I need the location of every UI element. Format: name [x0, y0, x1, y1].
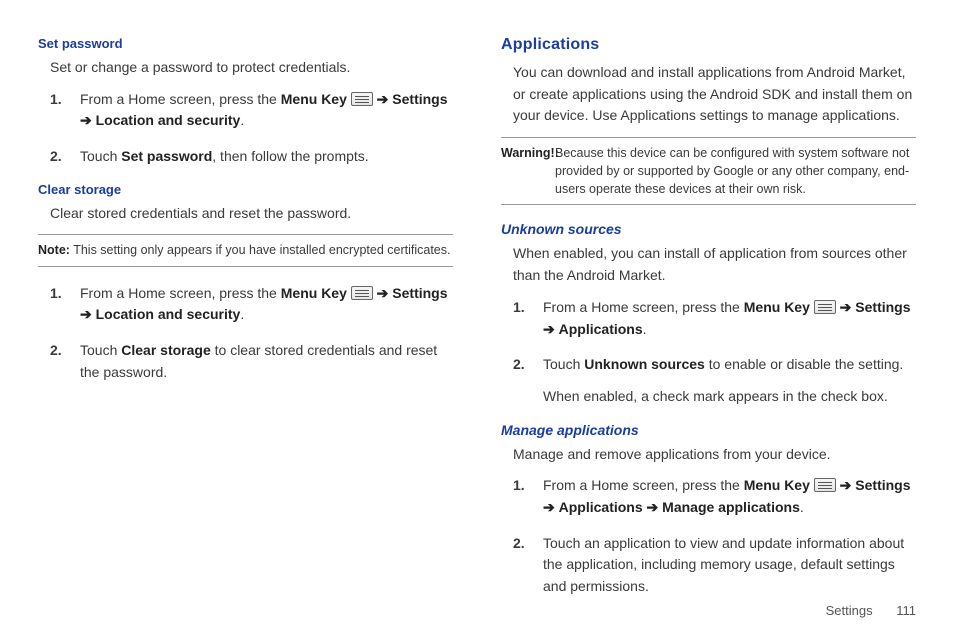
heading-manage-applications: Manage applications [501, 422, 916, 438]
list-item: 1. From a Home screen, press the Menu Ke… [543, 475, 916, 518]
spacer [543, 376, 916, 386]
unknown-sources-steps: 1. From a Home screen, press the Menu Ke… [501, 297, 916, 408]
period: . [643, 321, 647, 337]
unknown-sources-intro: When enabled, you can install of applica… [501, 243, 916, 286]
bold-text: Set password [121, 148, 212, 164]
bold-text: Applications [559, 321, 643, 337]
page-footer: Settings 111 [826, 603, 916, 618]
arrow-icon: ➔ [80, 306, 92, 322]
arrow-icon: ➔ [377, 91, 389, 107]
bold-text: Menu Key [744, 477, 810, 493]
period: . [240, 306, 244, 322]
step-text: , then follow the prompts. [212, 148, 368, 164]
warning-label: Warning!: [501, 144, 559, 162]
step-number: 1. [513, 475, 525, 497]
period: . [240, 112, 244, 128]
list-item: 1. From a Home screen, press the Menu Ke… [80, 283, 453, 326]
clear-storage-steps: 1. From a Home screen, press the Menu Ke… [38, 283, 453, 384]
arrow-icon: ➔ [543, 321, 555, 337]
manage-applications-steps: 1. From a Home screen, press the Menu Ke… [501, 475, 916, 597]
arrow-icon: ➔ [840, 477, 852, 493]
warning-box: Warning!: Because this device can be con… [501, 137, 916, 205]
bold-text: Location and security [96, 112, 241, 128]
list-item: 1. From a Home screen, press the Menu Ke… [543, 297, 916, 340]
bold-text: Clear storage [121, 342, 210, 358]
step-text: Touch [80, 148, 121, 164]
bold-text: Settings [855, 299, 910, 315]
heading-set-password: Set password [38, 36, 453, 51]
bold-text: Manage applications [662, 499, 800, 515]
step-text: to enable or disable the setting. [705, 356, 903, 372]
period: . [800, 499, 804, 515]
bold-text: Settings [392, 91, 447, 107]
note-box: Note: This setting only appears if you h… [38, 234, 453, 266]
list-item: 2. Touch Unknown sources to enable or di… [543, 354, 916, 407]
footer-page-number: 111 [896, 603, 916, 618]
arrow-icon: ➔ [543, 499, 555, 515]
manage-applications-intro: Manage and remove applications from your… [501, 444, 916, 466]
set-password-intro: Set or change a password to protect cred… [38, 57, 453, 79]
step-text: Touch [543, 356, 584, 372]
step-number: 2. [513, 354, 525, 376]
step-number: 1. [50, 89, 62, 111]
step-number: 2. [50, 340, 62, 362]
arrow-icon: ➔ [377, 285, 389, 301]
list-item: 2. Touch an application to view and upda… [543, 533, 916, 598]
page-content: Set password Set or change a password to… [0, 0, 954, 612]
list-item: 1. From a Home screen, press the Menu Ke… [80, 89, 453, 132]
step-text: From a Home screen, press the [543, 477, 744, 493]
warning-wrap: Warning!: Because this device can be con… [501, 144, 916, 198]
applications-intro: You can download and install application… [501, 62, 916, 127]
bold-text: Menu Key [281, 285, 347, 301]
footer-section: Settings [826, 603, 873, 618]
menu-key-icon [351, 92, 373, 106]
step-number: 2. [513, 533, 525, 555]
list-item: 2. Touch Clear storage to clear stored c… [80, 340, 453, 383]
step-text: When enabled, a check mark appears in th… [543, 388, 888, 404]
step-text: From a Home screen, press the [80, 91, 281, 107]
bold-text: Location and security [96, 306, 241, 322]
step-number: 2. [50, 146, 62, 168]
left-column: Set password Set or change a password to… [38, 36, 453, 612]
list-item: 2. Touch Set password, then follow the p… [80, 146, 453, 168]
menu-key-icon [351, 286, 373, 300]
bold-text: Settings [392, 285, 447, 301]
bold-text: Unknown sources [584, 356, 705, 372]
bold-text: Menu Key [744, 299, 810, 315]
heading-applications: Applications [501, 36, 916, 54]
bold-text: Menu Key [281, 91, 347, 107]
note-label: Note: [38, 243, 70, 257]
set-password-steps: 1. From a Home screen, press the Menu Ke… [38, 89, 453, 168]
step-text: From a Home screen, press the [80, 285, 281, 301]
menu-key-icon [814, 300, 836, 314]
step-number: 1. [50, 283, 62, 305]
arrow-icon: ➔ [647, 499, 659, 515]
bold-text: Applications [559, 499, 643, 515]
arrow-icon: ➔ [840, 299, 852, 315]
heading-unknown-sources: Unknown sources [501, 221, 916, 237]
step-number: 1. [513, 297, 525, 319]
menu-key-icon [814, 478, 836, 492]
arrow-icon: ➔ [80, 112, 92, 128]
warning-text: Because this device can be configured wi… [501, 144, 916, 198]
note-text: This setting only appears if you have in… [70, 243, 451, 257]
step-text: From a Home screen, press the [543, 299, 744, 315]
clear-storage-intro: Clear stored credentials and reset the p… [38, 203, 453, 225]
step-text: Touch an application to view and update … [543, 535, 904, 594]
heading-clear-storage: Clear storage [38, 182, 453, 197]
bold-text: Settings [855, 477, 910, 493]
right-column: Applications You can download and instal… [501, 36, 916, 612]
step-text: Touch [80, 342, 121, 358]
